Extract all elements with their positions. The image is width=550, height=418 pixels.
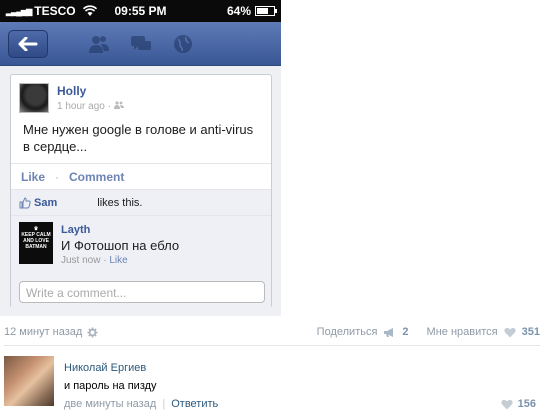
commenter-avatar-text: KEEP CALM AND LOVE BATMAN — [21, 232, 51, 250]
comment-button[interactable]: Comment — [69, 170, 124, 184]
post-text: Мне нужен google в голове и anti-virus в… — [23, 122, 254, 154]
vk-comment-time[interactable]: две минуты назад — [64, 398, 156, 410]
commenter-name[interactable]: Layth — [61, 224, 90, 236]
vk-share-button[interactable]: Поделиться — [317, 326, 378, 338]
author-name[interactable]: Holly — [57, 84, 124, 98]
vk-post-time-group: 12 минут назад — [4, 326, 98, 338]
author-avatar[interactable] — [19, 83, 49, 113]
vk-post-actions: Поделиться 2 Мне нравится 351 — [317, 326, 540, 338]
messages-icon[interactable] — [130, 34, 152, 54]
thumbs-up-icon — [19, 196, 31, 208]
comment-meta: Just now · Like — [61, 255, 128, 266]
vk-commenter-name[interactable]: Николай Ергиев — [64, 362, 146, 374]
comment-like-button[interactable]: Like — [109, 255, 127, 266]
vk-comment-like-count: 156 — [517, 398, 536, 410]
vk-like-label[interactable]: Мне нравится — [427, 326, 498, 338]
vk-like-count: 351 — [521, 326, 540, 338]
post-actions: Like · Comment — [11, 163, 271, 189]
heart-icon — [500, 399, 513, 409]
phone-screenshot: ▂▃▄▅▆ TESCO 09:55 PM 64% Holly 1 hour ag… — [0, 0, 281, 316]
vk-post-time[interactable]: 12 минут назад — [4, 326, 82, 338]
comment-input[interactable]: Write a comment... — [19, 281, 265, 303]
facebook-navbar — [0, 22, 281, 66]
comment: ♛ KEEP CALM AND LOVE BATMAN Layth И Фото… — [11, 215, 271, 273]
vk-comment-meta: две минуты назад | Ответить — [64, 398, 218, 410]
post-card: Holly 1 hour ago · Мне нужен google в го… — [10, 74, 272, 309]
divider — [4, 345, 540, 346]
nav-icons — [88, 34, 194, 54]
screen: ▂▃▄▅▆ TESCO 09:55 PM 64% Holly 1 hour ag… — [0, 0, 550, 418]
comment-time: Just now · — [61, 255, 107, 266]
battery-percent: 64% — [226, 4, 251, 18]
vk-meta-separator: | — [162, 398, 166, 410]
vk-commenter-avatar[interactable] — [4, 356, 54, 406]
likes-row: Sam likes this. — [11, 189, 271, 215]
back-button[interactable] — [8, 30, 48, 58]
globe-icon[interactable] — [172, 34, 194, 54]
status-bar: ▂▃▄▅▆ TESCO 09:55 PM 64% — [0, 0, 281, 22]
comment-text: И Фотошоп на ебло — [61, 238, 180, 253]
vk-share-count: 2 — [402, 326, 409, 338]
heart-icon[interactable] — [503, 327, 516, 338]
commenter-avatar[interactable]: ♛ KEEP CALM AND LOVE BATMAN — [19, 222, 53, 264]
comment-composer: Write a comment... — [11, 273, 271, 309]
vk-comment-text: и пароль на пизду — [64, 380, 157, 392]
friends-audience-icon — [113, 101, 124, 109]
like-button[interactable]: Like — [21, 170, 45, 184]
vk-post-footer: 12 минут назад Поделиться 2 Мне нравится… — [0, 322, 550, 344]
vk-reply-button[interactable]: Ответить — [171, 398, 218, 410]
gear-icon[interactable] — [87, 326, 98, 338]
action-separator: · — [55, 169, 60, 184]
back-arrow-icon — [18, 37, 38, 51]
megaphone-icon — [384, 327, 394, 337]
likes-text: likes this. — [97, 196, 143, 209]
battery-icon — [255, 6, 277, 16]
post-meta: 1 hour ago · — [57, 101, 124, 112]
vk-comment: Николай Ергиев и пароль на пизду две мин… — [0, 352, 550, 418]
post-time: 1 hour ago · — [57, 101, 111, 112]
liker-name[interactable]: Sam — [34, 197, 57, 209]
vk-comment-like[interactable]: 156 — [500, 398, 536, 410]
post-header: Holly 1 hour ago · — [19, 83, 124, 113]
battery-indicator: 64% — [226, 4, 277, 18]
friends-icon[interactable] — [88, 34, 110, 54]
